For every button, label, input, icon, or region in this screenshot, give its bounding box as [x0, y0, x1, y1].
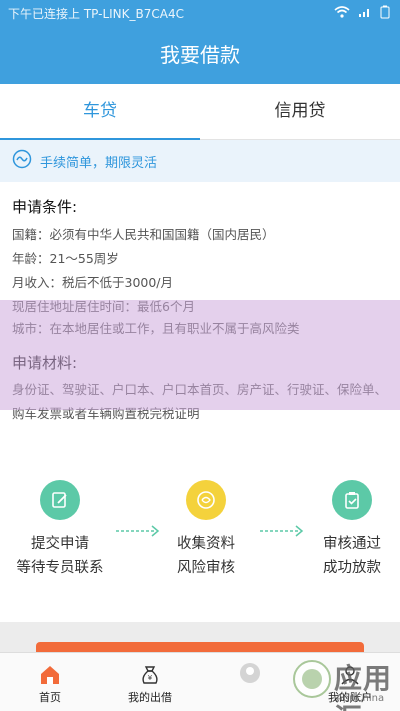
edit-icon [40, 480, 80, 520]
materials-text: 身份证、驾驶证、户口本、户口本首页、房产证、行驶证、保险单、购车发票或者车辆购置… [12, 382, 388, 421]
step-approved-line2: 成功放款 [323, 560, 381, 576]
condition-income: 月收入：税后不低于3000/月 [12, 275, 174, 290]
loan-type-tabs: 车贷 信用贷 [0, 84, 400, 140]
clipboard-icon [332, 480, 372, 520]
step-approved-line1: 审核通过 [323, 536, 381, 552]
condition-nationality: 国籍：必须有中华人民共和国国籍（国内居民） [12, 227, 275, 242]
condition-age: 年龄：21～55周岁 [12, 251, 119, 266]
tab-credit-loan[interactable]: 信用贷 [200, 84, 400, 139]
nav-my-lending-label: 我的出借 [128, 691, 172, 704]
flexible-icon [12, 149, 32, 173]
status-bar: 下午已连接上 TP-LINK_B7CA4C [0, 0, 400, 26]
step-submit-line2: 等待专员联系 [16, 560, 104, 576]
page-title: 我要借款 [0, 26, 400, 84]
step-submit-line1: 提交申请 [31, 536, 89, 552]
conditions-title: 申请条件: [12, 198, 78, 216]
nav-third[interactable] [200, 653, 300, 711]
materials-title: 申请材料: [12, 354, 78, 372]
arrow-right-icon [116, 525, 160, 537]
appchina-watermark: 应用汇 AppChina [290, 655, 394, 711]
svg-text:¥: ¥ [148, 674, 153, 682]
notice-bar: 手续简单，期限灵活 [0, 140, 400, 182]
arrow-right-icon [260, 525, 304, 537]
step-approved: 审核通过 成功放款 [292, 480, 400, 580]
coin-icon [186, 480, 226, 520]
nav-my-lending[interactable]: ¥ 我的出借 [100, 653, 200, 711]
nav-home[interactable]: 首页 [0, 653, 100, 711]
notice-text: 手续简单，期限灵活 [40, 155, 158, 171]
condition-residence: 现居住地址居住时间：最低6个月 [12, 299, 195, 314]
loan-details: 申请条件: 国籍：必须有中华人民共和国国籍（国内居民） 年龄：21～55周岁 月… [0, 182, 400, 622]
step-submit: 提交申请等待专员联系 [0, 480, 120, 580]
tab-car-loan[interactable]: 车贷 [0, 84, 200, 140]
battery-icon [380, 5, 390, 19]
step-review-line2: 风险审核 [177, 560, 235, 576]
signal-icon [358, 6, 372, 18]
step-review: 收集资料 风险审核 [146, 480, 266, 580]
nav-home-label: 首页 [39, 691, 61, 704]
process-steps: 提交申请等待专员联系 收集资料风险审核 审核通过成功放款 [0, 472, 400, 592]
money-bag-icon: ¥ [100, 661, 200, 689]
status-text: 下午已连接上 TP-LINK_B7CA4C [8, 7, 184, 21]
watermark-sub: AppChina [336, 693, 385, 704]
condition-city: 城市：在本地居住或工作，且有职业不属于高风险类 [12, 321, 300, 336]
step-review-line1: 收集资料 [177, 536, 235, 552]
home-icon [0, 661, 100, 689]
appchina-logo-icon [293, 660, 331, 698]
wifi-icon [334, 6, 350, 18]
avatar-icon [200, 661, 300, 689]
